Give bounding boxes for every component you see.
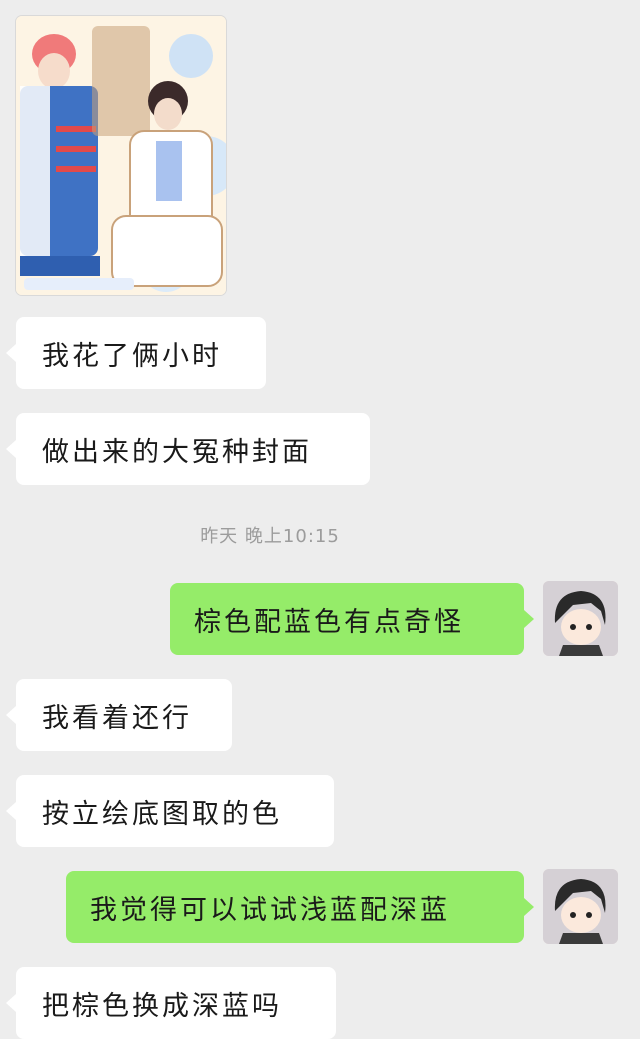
avatar-image xyxy=(543,869,618,944)
message-bubble-incoming[interactable]: 我看着还行 xyxy=(6,679,232,751)
message-text: 做出来的大冤种封面 xyxy=(42,436,312,468)
message-text: 我看着还行 xyxy=(42,702,192,734)
message-text: 按立绘底图取的色 xyxy=(42,798,282,830)
avatar-image xyxy=(543,581,618,656)
message-text: 棕色配蓝色有点奇怪 xyxy=(194,606,464,638)
poster-image xyxy=(16,16,226,295)
message-bubble-incoming[interactable]: 把棕色换成深蓝吗 xyxy=(6,967,336,1039)
message-bubble-incoming[interactable]: 做出来的大冤种封面 xyxy=(6,413,370,485)
timestamp: 昨天 晚上10:15 xyxy=(200,526,340,547)
message-bubble-outgoing[interactable]: 我觉得可以试试浅蓝配深蓝 xyxy=(66,871,534,943)
image-message[interactable] xyxy=(16,16,226,295)
message-text: 我觉得可以试试浅蓝配深蓝 xyxy=(90,894,450,926)
message-bubble-outgoing[interactable]: 棕色配蓝色有点奇怪 xyxy=(170,583,534,655)
user-avatar[interactable] xyxy=(543,581,618,656)
message-text: 我花了俩小时 xyxy=(42,340,222,372)
message-bubble-incoming[interactable]: 我花了俩小时 xyxy=(6,317,266,389)
message-text: 把棕色换成深蓝吗 xyxy=(42,990,282,1022)
message-bubble-incoming[interactable]: 按立绘底图取的色 xyxy=(6,775,334,847)
user-avatar[interactable] xyxy=(543,869,618,944)
